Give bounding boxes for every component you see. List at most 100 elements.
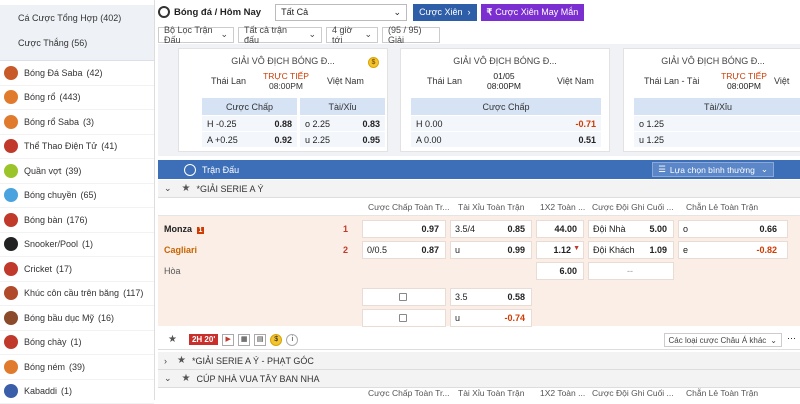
live-stream-icon[interactable]: ▶ — [222, 334, 234, 346]
odds-cell[interactable]: u 1.25 — [634, 131, 800, 147]
odds-price: 0.95 — [362, 135, 380, 145]
card-odds-table: Cược Chấp H 0.00-0.71 A 0.000.51 — [411, 98, 601, 147]
sidebar-item[interactable]: Bóng chuyền (65) — [0, 184, 154, 209]
chevron-down-icon: ⌄ — [761, 164, 768, 175]
time-range-label: 4 giờ tới — [332, 25, 360, 45]
sidebar-item[interactable]: Quần vợt(39) — [0, 159, 154, 184]
odds-cell[interactable]: A 0.000.51 — [411, 131, 601, 147]
sidebar-item[interactable]: Kabaddi(1) — [0, 380, 154, 404]
odds-cell-1x2-home[interactable]: 44.00 — [536, 220, 584, 238]
col-header-handicap: Cược Chấp Toàn Tr... — [368, 388, 458, 398]
league-count-select[interactable]: (95 / 95) Giải — [382, 27, 440, 43]
odds-line: 3.5 — [455, 292, 468, 302]
info-icon[interactable]: i — [286, 334, 298, 346]
sport-icon — [4, 262, 18, 276]
market-select[interactable]: Tất Cả ⌄ — [275, 4, 407, 21]
match-section-header: Trận Đấu ☰ Lựa chọn bình thường ⌄ — [158, 160, 800, 179]
col-header-last-goal: Cược Đội Ghi Cuối ... — [592, 202, 682, 212]
featured-card[interactable]: GIẢI VÔ ĐỊCH BÓNG Đ... Thái Lan - Tài TR… — [623, 48, 800, 152]
sidebar-item-count: (65) — [81, 190, 97, 200]
odds-cell[interactable]: H -0.250.88 — [202, 115, 297, 131]
odds-cell-handicap-home[interactable]: 0.97 — [362, 220, 446, 238]
sidebar-item[interactable]: Snooker/Pool(1) — [0, 233, 154, 258]
sidebar-item[interactable]: Bóng Đá Saba(42) — [0, 61, 154, 86]
chevron-down-icon: ⌄ — [394, 7, 402, 18]
sidebar-item-label: Kabaddi — [24, 386, 57, 396]
parlay-button[interactable]: Cược Xiên › — [413, 4, 476, 21]
odds-cell-under[interactable]: u 0.99 — [450, 241, 532, 259]
sidebar-item-outright[interactable]: Cược Thắng (56) — [0, 30, 154, 55]
sport-icon — [4, 188, 18, 202]
view-mode-select[interactable]: ☰ Lựa chọn bình thường ⌄ — [652, 162, 774, 177]
sport-icon — [4, 213, 18, 227]
sidebar-item[interactable]: Khúc côn cầu trên băng(117) — [0, 282, 154, 307]
time-range-select[interactable]: 4 giờ tới ⌄ — [326, 27, 378, 43]
home-team: Monza 1 — [164, 224, 204, 234]
league-row[interactable]: › ★ *GIẢI SERIE A Ý - PHẠT GÓC — [158, 352, 800, 370]
collapse-chevron-icon: ⌄ — [164, 183, 172, 194]
sidebar-item-label: Bóng bầu dục Mỹ — [24, 313, 94, 323]
sidebar-item[interactable]: Thể Thao Điện Tử(41) — [0, 135, 154, 160]
favorite-star-icon[interactable]: ★ — [168, 334, 177, 345]
featured-card[interactable]: GIẢI VÔ ĐỊCH BÓNG Đ... Thái Lan 01/05 08… — [400, 48, 610, 152]
odds-line: A 0.00 — [416, 135, 442, 145]
lucky-parlay-button[interactable]: ₹ Cược Xiên May Mắn — [481, 4, 585, 21]
odds-price: 0.88 — [274, 119, 292, 129]
featured-card[interactable]: GIẢI VÔ ĐỊCH BÓNG Đ... $ Thái Lan TRỰC T… — [178, 48, 388, 152]
odds-cell[interactable]: o 2.250.83 — [300, 115, 385, 131]
bet-type-select[interactable]: Các loại cược Châu Á khác ⌄ — [664, 333, 782, 347]
sidebar-item[interactable]: Bóng rổ(443) — [0, 86, 154, 111]
odds-price: -0.71 — [575, 119, 596, 129]
stats-icon[interactable]: ▦ — [238, 334, 250, 346]
sidebar-item-label: Bóng rổ — [24, 92, 56, 102]
favorite-star-icon[interactable]: ★ — [177, 355, 186, 366]
league-name: CÚP NHÀ VUA TÂY BAN NHA — [197, 374, 320, 384]
scoreboard-icon[interactable]: ▤ — [254, 334, 266, 346]
sidebar-item[interactable]: Bóng ném(39) — [0, 355, 154, 380]
sidebar-item[interactable]: Cricket(17) — [0, 257, 154, 282]
view-mode-label: Lựa chọn bình thường — [670, 165, 755, 175]
odds-cell[interactable]: o 1.25 — [634, 115, 800, 131]
sidebar-item[interactable]: Bóng rổ Saba(3) — [0, 110, 154, 135]
odds-cell-1x2-draw[interactable]: 6.00 — [536, 262, 584, 280]
favorite-star-icon[interactable]: ★ — [182, 183, 191, 194]
league-row[interactable]: ⌄ ★ *GIẢI SERIE A Ý — [158, 180, 800, 198]
odds-cell-even[interactable]: e -0.82 — [678, 241, 788, 259]
more-icon[interactable]: ⋯ — [787, 333, 796, 344]
favorite-star-icon[interactable]: ★ — [182, 373, 191, 384]
sidebar-item[interactable]: Bóng bầu dục Mỹ(16) — [0, 306, 154, 331]
odds-cell[interactable]: A +0.250.92 — [202, 131, 297, 147]
coin-icon[interactable]: $ — [270, 334, 282, 346]
sidebar-item[interactable]: Bóng chày(1) — [0, 331, 154, 356]
sidebar-item-label: Quần vợt — [24, 166, 61, 176]
chevron-right-icon: › — [468, 7, 471, 17]
odds-cell-over[interactable]: 3.5/4 0.85 — [450, 220, 532, 238]
card-col-header: Tài/Xỉu — [634, 98, 800, 115]
odds-cell-extra-over[interactable]: 3.5 0.58 — [450, 288, 532, 306]
odds-cell-1x2-away[interactable]: 1.12 ▼ — [536, 241, 584, 259]
odds-cell-last-goal-away[interactable]: Đội Khách 1.09 — [588, 241, 674, 259]
col-header-odd-even: Chẵn Lẻ Toàn Trận — [686, 202, 786, 212]
match-filter-select[interactable]: Bộ Lọc Trận Đấu⌄ — [158, 27, 234, 43]
card-status: 01/05 08:00PM — [474, 71, 534, 91]
sidebar-item-label: Bóng chuyền — [24, 190, 77, 200]
sidebar-item-mix-parlay[interactable]: Cá Cược Tổng Hợp (402) — [0, 5, 154, 30]
odds-cell-last-goal-home[interactable]: Đội Nhà 5.00 — [588, 220, 674, 238]
all-matches-select[interactable]: Tất cả trận đấu⌄ — [238, 27, 322, 43]
sidebar-item[interactable]: Bóng bàn(176) — [0, 208, 154, 233]
odds-price: 1.12 — [553, 245, 571, 255]
chevron-down-icon: ⌄ — [364, 29, 372, 40]
odds-cell-handicap-away[interactable]: 0/0.5 0.87 — [362, 241, 446, 259]
top-toolbar: Bóng đá / Hôm Nay Tất Cả ⌄ Cược Xiên › ₹… — [158, 2, 800, 22]
odds-cell[interactable]: H 0.00-0.71 — [411, 115, 601, 131]
odds-cell-extra-under[interactable]: u -0.74 — [450, 309, 532, 327]
card-league-title: GIẢI VÔ ĐỊCH BÓNG Đ... — [401, 56, 609, 66]
odds-line: o 2.25 — [305, 119, 330, 129]
odds-price: -0.82 — [756, 245, 777, 255]
odds-cell[interactable]: u 2.250.95 — [300, 131, 385, 147]
league-row[interactable]: ⌄ ★ CÚP NHÀ VUA TÂY BAN NHA — [158, 370, 800, 388]
match-odds-body: Monza 1 1 Cagliari 2 Hòa 0.97 0/0.5 0.87… — [158, 216, 800, 326]
card-home-team: Thái Lan — [427, 76, 462, 86]
odds-cell-odd[interactable]: o 0.66 — [678, 220, 788, 238]
odds-cell-last-goal-none[interactable]: -- — [588, 262, 674, 280]
